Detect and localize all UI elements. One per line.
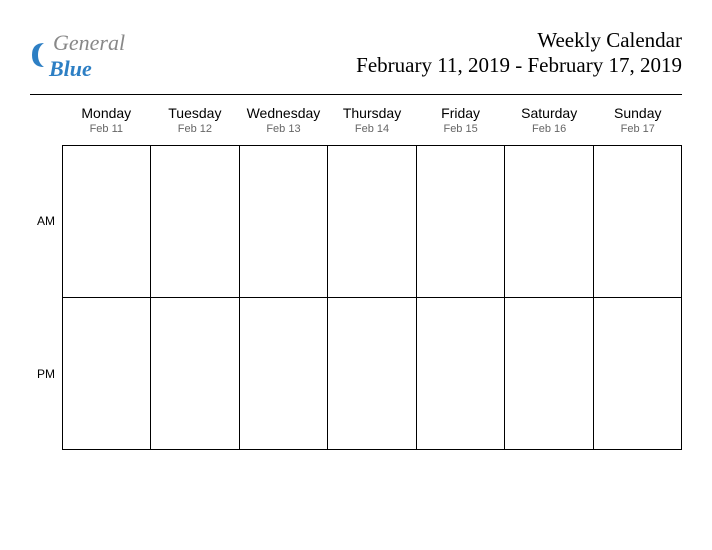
calendar-cell[interactable]	[328, 146, 416, 298]
calendar: Monday Feb 11 Tuesday Feb 12 Wednesday F…	[30, 101, 682, 450]
calendar-cell[interactable]	[63, 298, 151, 450]
calendar-grid: AM PM	[30, 145, 682, 450]
calendar-cell[interactable]	[240, 298, 328, 450]
day-name: Friday	[416, 105, 505, 121]
grid-cells	[62, 145, 682, 450]
calendar-cell[interactable]	[240, 146, 328, 298]
page-title: Weekly Calendar	[356, 28, 682, 53]
logo-text-blue: Blue	[49, 56, 92, 81]
day-name: Sunday	[593, 105, 682, 121]
day-header: Friday Feb 15	[416, 101, 505, 145]
day-name: Thursday	[328, 105, 417, 121]
header-divider	[30, 94, 682, 95]
logo-swoosh-icon	[30, 41, 50, 75]
day-date: Feb 17	[593, 123, 682, 135]
day-date: Feb 11	[62, 123, 151, 135]
calendar-cell[interactable]	[594, 298, 682, 450]
day-header: Saturday Feb 16	[505, 101, 594, 145]
logo: General Blue	[30, 30, 125, 82]
calendar-cell[interactable]	[328, 298, 416, 450]
calendar-cell[interactable]	[63, 146, 151, 298]
calendar-cell[interactable]	[151, 146, 239, 298]
calendar-cell[interactable]	[505, 298, 593, 450]
day-header: Sunday Feb 17	[593, 101, 682, 145]
day-date: Feb 13	[239, 123, 328, 135]
day-date: Feb 15	[416, 123, 505, 135]
day-date: Feb 12	[151, 123, 240, 135]
header: General Blue Weekly Calendar February 11…	[30, 28, 682, 82]
day-header: Monday Feb 11	[62, 101, 151, 145]
day-name: Tuesday	[151, 105, 240, 121]
day-date: Feb 16	[505, 123, 594, 135]
calendar-cell[interactable]	[594, 146, 682, 298]
day-date: Feb 14	[328, 123, 417, 135]
title-block: Weekly Calendar February 11, 2019 - Febr…	[356, 28, 682, 78]
day-header: Wednesday Feb 13	[239, 101, 328, 145]
row-label-am: AM	[30, 145, 62, 298]
calendar-cell[interactable]	[417, 298, 505, 450]
day-header: Thursday Feb 14	[328, 101, 417, 145]
calendar-cell[interactable]	[151, 298, 239, 450]
logo-text-general: General	[53, 30, 125, 55]
day-header-row: Monday Feb 11 Tuesday Feb 12 Wednesday F…	[62, 101, 682, 145]
day-name: Monday	[62, 105, 151, 121]
row-label-pm: PM	[30, 298, 62, 451]
calendar-cell[interactable]	[417, 146, 505, 298]
day-header: Tuesday Feb 12	[151, 101, 240, 145]
row-labels: AM PM	[30, 145, 62, 450]
day-name: Wednesday	[239, 105, 328, 121]
day-name: Saturday	[505, 105, 594, 121]
date-range: February 11, 2019 - February 17, 2019	[356, 53, 682, 78]
calendar-cell[interactable]	[505, 146, 593, 298]
